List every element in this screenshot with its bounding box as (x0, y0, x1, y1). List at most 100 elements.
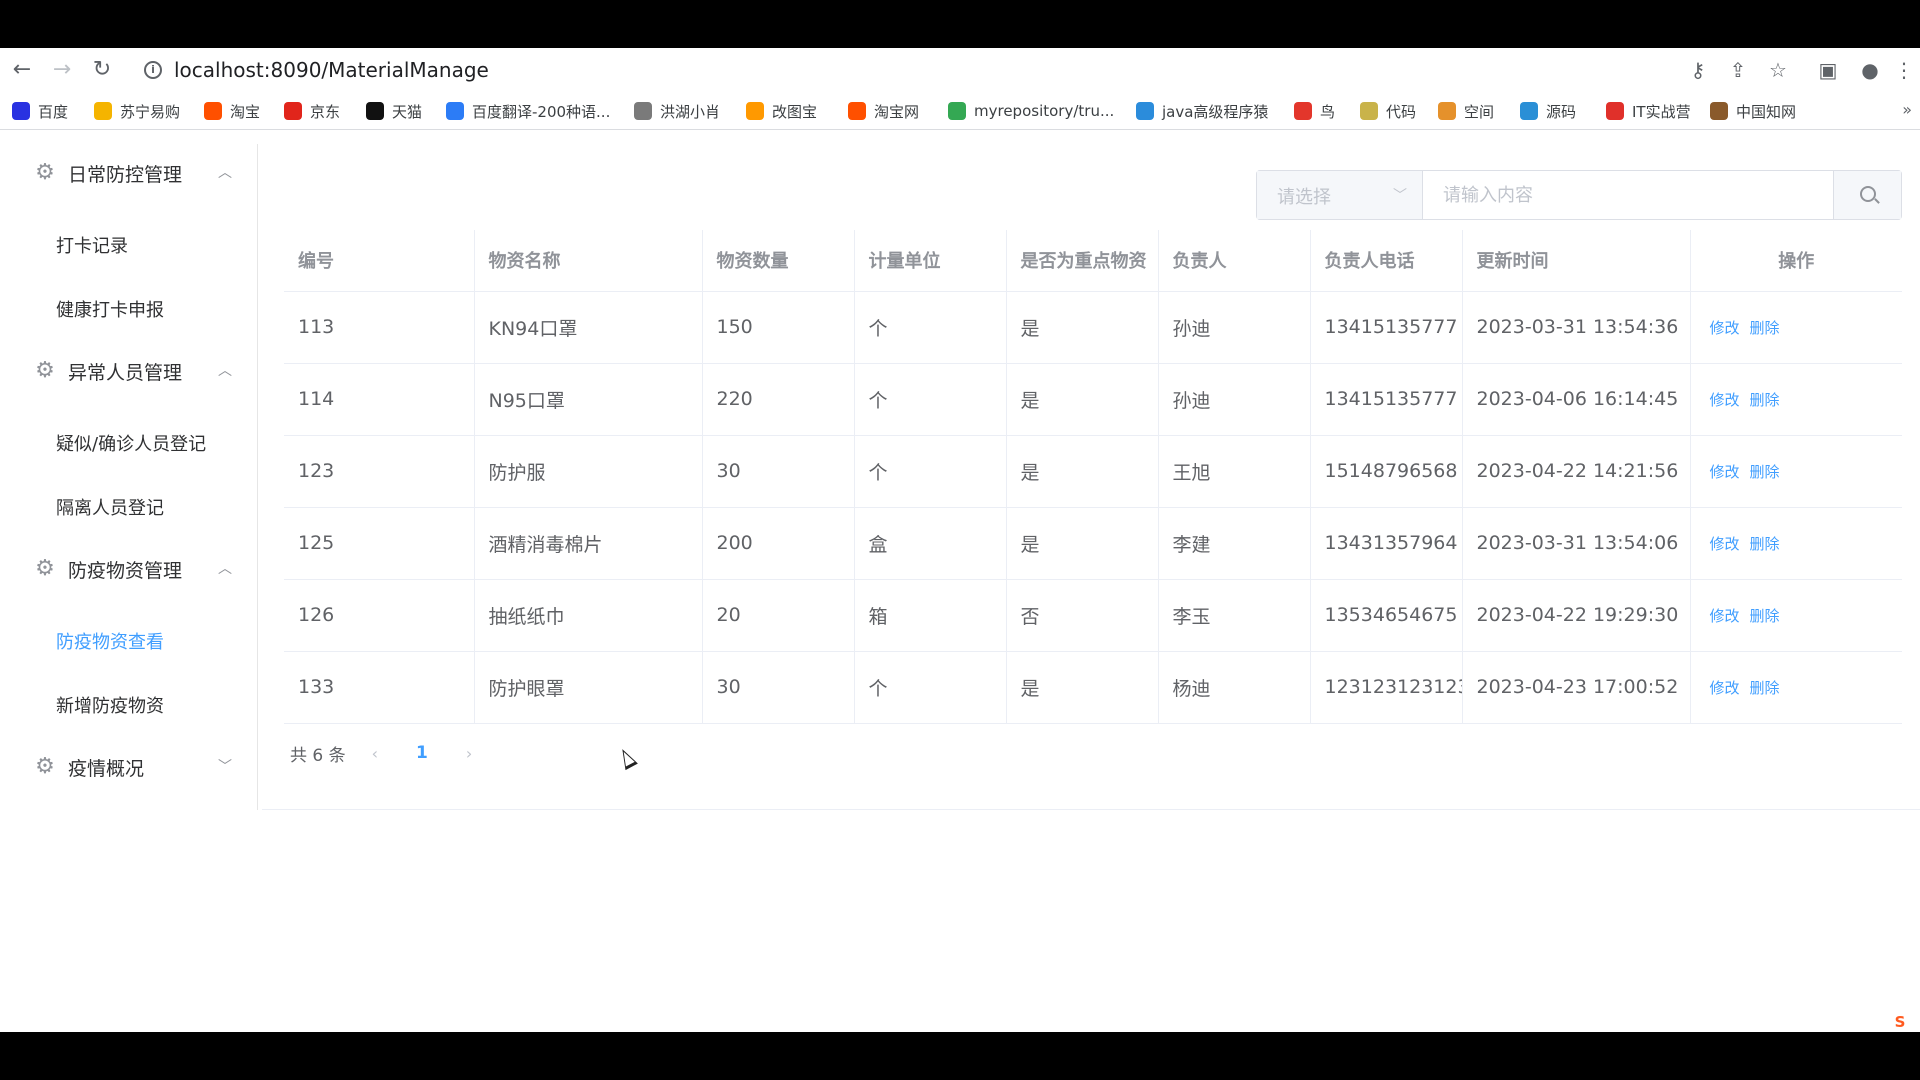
bookmark-item[interactable]: 淘宝网 (848, 100, 919, 122)
edit-button[interactable]: 修改 (1710, 535, 1740, 553)
bookmark-label: 天猫 (392, 102, 423, 121)
column-header: 更新时间 (1462, 230, 1691, 292)
bookmark-label: 空间 (1464, 102, 1495, 121)
bookmark-item[interactable]: 苏宁易购 (94, 100, 180, 122)
omnibox[interactable]: i localhost:8090/MaterialManage (132, 54, 1662, 86)
sidebar-item[interactable]: 隔离人员登记 (56, 494, 164, 520)
suning-icon (94, 102, 112, 120)
gear-icon: ⚙ (35, 358, 55, 383)
table-cell: 杨迪 (1158, 651, 1311, 724)
edit-button[interactable]: 修改 (1710, 679, 1740, 697)
bookmark-item[interactable]: 淘宝 (204, 100, 260, 122)
sidebar-item[interactable]: 疑似/确诊人员登记 (56, 430, 206, 456)
bookmark-item[interactable]: IT实战营 (1606, 100, 1691, 122)
table-cell: 2023-03-31 13:54:06 (1462, 507, 1691, 580)
bookmark-label: 改图宝 (772, 102, 818, 121)
bookmark-item[interactable]: 百度 (12, 100, 68, 122)
bookmark-item[interactable]: java高级程序猿 (1136, 100, 1268, 122)
sidebar-group-0[interactable]: ⚙ 日常防控管理 ︿ (4, 144, 258, 200)
sidebar-item[interactable]: 打卡记录 (56, 232, 128, 258)
sidebar-group-3[interactable]: ⚙ 疫情概况 ﹀ (4, 738, 258, 794)
bookmark-label: 百度 (38, 102, 69, 121)
bookmark-item[interactable]: 洪湖小肖 (634, 100, 720, 122)
bookmark-label: 中国知网 (1736, 102, 1797, 121)
pagination-prev-button[interactable]: ‹ (372, 744, 378, 763)
table-cell: 是 (1006, 507, 1159, 580)
delete-button[interactable]: 删除 (1750, 679, 1780, 697)
bookmark-item[interactable]: 百度翻译-200种语... (446, 100, 610, 122)
bookmark-item[interactable]: 中国知网 (1710, 100, 1796, 122)
key-icon[interactable]: ⚷ (1684, 56, 1712, 84)
search-button[interactable] (1833, 171, 1901, 219)
bookmark-item[interactable]: 鸟 (1294, 100, 1335, 122)
bookmark-label: 代码 (1386, 102, 1417, 121)
star-icon[interactable]: ☆ (1764, 56, 1792, 84)
bookmark-item[interactable]: 源码 (1520, 100, 1576, 122)
side-panel-icon[interactable]: ▣ (1814, 56, 1842, 84)
share-icon[interactable]: ⇪ (1724, 56, 1752, 84)
table-cell: 箱 (854, 579, 1007, 652)
bookmark-label: IT实战营 (1632, 102, 1691, 121)
sidebar-item[interactable]: 新增防疫物资 (56, 692, 164, 718)
sidebar-item[interactable]: 防疫物资查看 (56, 628, 164, 654)
sidebar-menu: ⚙ 日常防控管理 ︿ 打卡记录健康打卡申报 ⚙ 异常人员管理 ︿ 疑似/确诊人员登记 隔离人员登… (4, 144, 258, 810)
search-input[interactable] (1423, 171, 1833, 219)
pagination-next-button[interactable]: › (466, 744, 472, 763)
sidebar-group-title: 异常人员管理 (68, 362, 183, 384)
table-cell: 王旭 (1158, 435, 1311, 508)
bookmark-item[interactable]: 改图宝 (746, 100, 817, 122)
address-bar-row: ← → ↻ i localhost:8090/MaterialManage ⚷ … (0, 48, 1920, 92)
actions-cell: 修改 删除 (1690, 579, 1902, 652)
table-cell: 150 (702, 291, 855, 364)
menu-kebab-icon[interactable]: ⋮ (1894, 56, 1914, 84)
bookmark-label: 苏宁易购 (120, 102, 181, 121)
forward-arrow-icon[interactable]: → (48, 56, 76, 84)
gear-icon: ⚙ (35, 754, 55, 779)
chevron-down-icon: ﹀ (1393, 188, 1407, 204)
profile-avatar-icon[interactable]: ● (1856, 56, 1884, 84)
delete-button[interactable]: 删除 (1750, 391, 1780, 409)
sidebar-group-title: 防疫物资管理 (68, 560, 183, 582)
back-arrow-icon[interactable]: ← (8, 56, 36, 84)
search-field-select[interactable]: 请选择 ﹀ (1257, 171, 1423, 219)
search-bar: 请选择 ﹀ (1256, 170, 1902, 220)
jd-icon (284, 102, 302, 120)
bookmarks-overflow-icon[interactable]: » (1902, 100, 1912, 119)
translate-icon (446, 102, 464, 120)
sidebar-group-1[interactable]: ⚙ 异常人员管理 ︿ (4, 342, 258, 398)
sidebar-item[interactable]: 健康打卡申报 (56, 296, 164, 322)
actions-cell: 修改 删除 (1690, 291, 1902, 364)
delete-button[interactable]: 删除 (1750, 319, 1780, 337)
bookmark-item[interactable]: 代码 (1360, 100, 1416, 122)
bookmark-label: 洪湖小肖 (660, 102, 721, 121)
reload-icon[interactable]: ↻ (88, 56, 116, 84)
url-text[interactable]: localhost:8090/MaterialManage (174, 58, 489, 82)
cnki-icon (1710, 102, 1728, 120)
bilibili-icon (1136, 102, 1154, 120)
delete-button[interactable]: 删除 (1750, 535, 1780, 553)
baidu-icon (12, 102, 30, 120)
feather-icon (634, 102, 652, 120)
bookmark-item[interactable]: 京东 (284, 100, 340, 122)
bookmark-item[interactable]: myrepository/tru... (948, 100, 1114, 122)
table-row: 133 防护眼罩 30 个是杨迪 123123123123 2023-04-23 17:0… (284, 651, 1902, 724)
edit-button[interactable]: 修改 (1710, 319, 1740, 337)
site-info-icon[interactable]: i (144, 61, 162, 79)
bookmark-item[interactable]: 天猫 (366, 100, 422, 122)
chevron-icon: ︿ (218, 363, 232, 379)
pagination-page-1[interactable]: 1 (416, 743, 428, 763)
bookmark-label: 百度翻译-200种语... (472, 102, 611, 121)
chevron-icon: ﹀ (218, 759, 232, 775)
bookmark-label: java高级程序猿 (1162, 102, 1269, 121)
edit-button[interactable]: 修改 (1710, 607, 1740, 625)
delete-button[interactable]: 删除 (1750, 463, 1780, 481)
table-cell: 抽纸纸巾 (474, 579, 703, 652)
bookmark-item[interactable]: 空间 (1438, 100, 1494, 122)
bookmark-label: 京东 (310, 102, 341, 121)
edit-button[interactable]: 修改 (1710, 463, 1740, 481)
edit-button[interactable]: 修改 (1710, 391, 1740, 409)
chrome-icon (948, 102, 966, 120)
table-cell: 13415135777 (1310, 291, 1463, 364)
delete-button[interactable]: 删除 (1750, 607, 1780, 625)
sidebar-group-2[interactable]: ⚙ 防疫物资管理 ︿ (4, 540, 258, 596)
